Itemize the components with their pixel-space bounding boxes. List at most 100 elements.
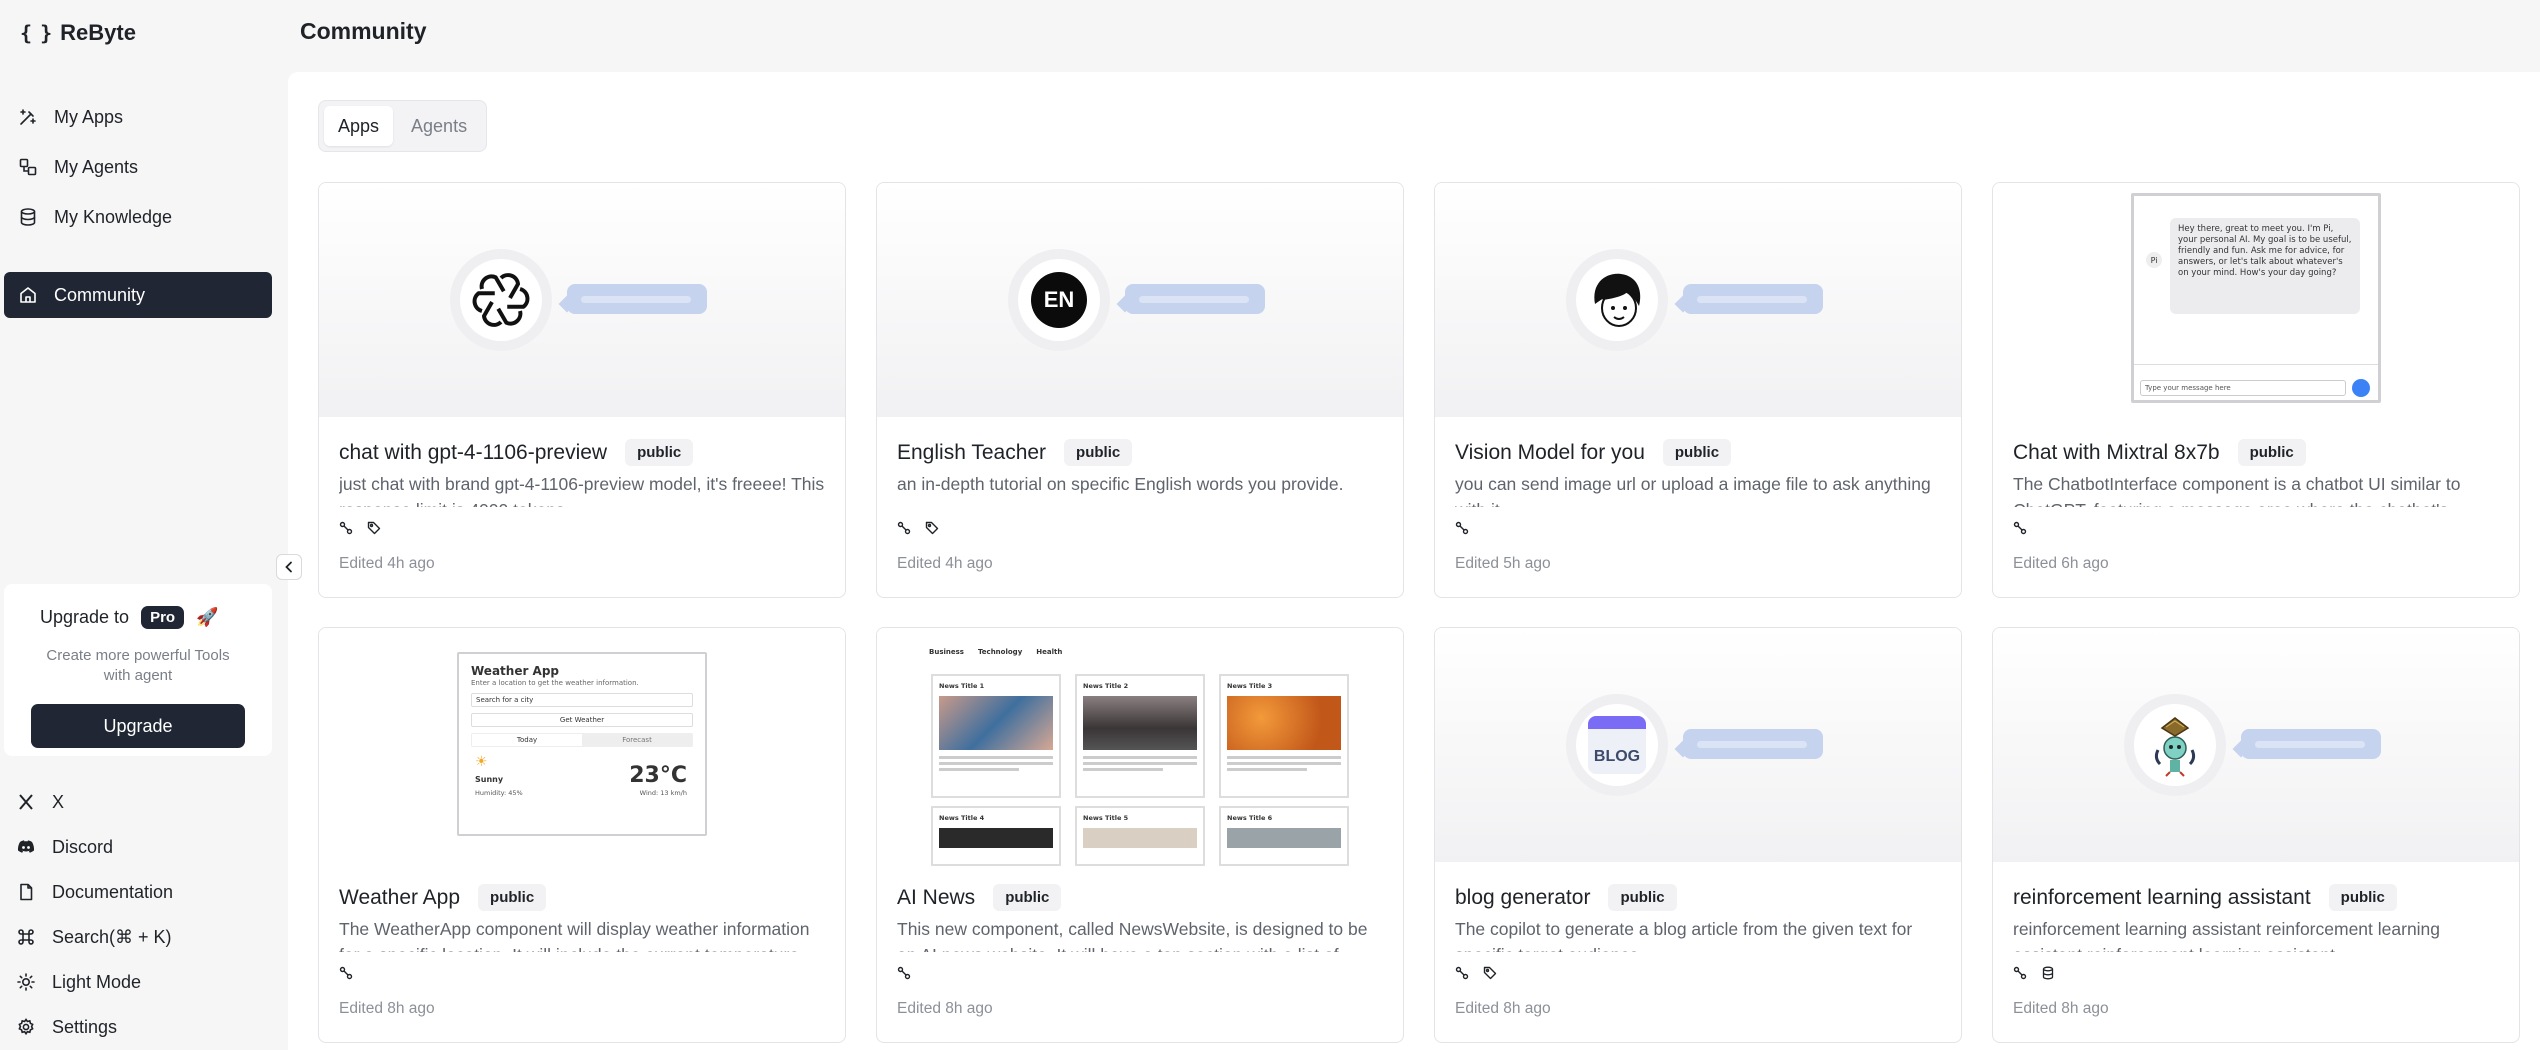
main-content: Apps Agents chat with gpt-4-1106-preview… xyxy=(288,72,2540,1050)
apps-sparkle-icon xyxy=(20,109,36,125)
tab-agents[interactable]: Agents xyxy=(397,106,481,146)
sidebar-item-my-apps[interactable]: My Apps xyxy=(4,94,272,140)
news-tile-image xyxy=(1083,696,1197,750)
footer-link-label: Discord xyxy=(52,836,114,857)
sun-icon: ☀ xyxy=(475,753,488,769)
news-tile-title: News Title 5 xyxy=(1083,814,1129,822)
card-thumbnail: Business Technology Health News Title 1 … xyxy=(877,628,1403,866)
app-logo[interactable]: { } ReByte xyxy=(20,18,136,48)
news-tile-title: News Title 6 xyxy=(1227,814,1273,822)
link-icon xyxy=(339,521,353,535)
app-card-weather[interactable]: Weather App Enter a location to get the … xyxy=(318,627,846,1043)
app-card-ai-news[interactable]: Business Technology Health News Title 1 … xyxy=(876,627,1404,1043)
upgrade-title: Upgrade to Pro 🚀 xyxy=(40,606,219,629)
openai-logo-icon xyxy=(460,259,542,341)
document-icon xyxy=(20,883,33,901)
card-description: an in-depth tutorial on specific English… xyxy=(897,474,1344,494)
footer-link-label: Light Mode xyxy=(52,971,142,992)
card-edited-time: Edited 6h ago xyxy=(2013,555,2109,572)
public-badge: public xyxy=(1608,884,1677,911)
agents-icon xyxy=(19,158,37,176)
upgrade-button[interactable]: Upgrade xyxy=(31,704,245,748)
app-card-blog-generator[interactable]: BLOG blog generator public The copilot t… xyxy=(1434,627,1962,1043)
footer-link-x[interactable]: X xyxy=(16,787,64,817)
card-thumbnail: Pi Hey there, great to meet you. I'm Pi,… xyxy=(1993,183,2519,417)
discord-icon xyxy=(17,840,35,853)
link-icon xyxy=(339,966,353,980)
card-description: reinforcement learning assistant reinfor… xyxy=(2013,919,2441,952)
card-edited-time: Edited 4h ago xyxy=(339,555,435,572)
footer-link-discord[interactable]: Discord xyxy=(16,832,113,862)
sidebar-item-my-agents[interactable]: My Agents xyxy=(4,144,272,190)
card-thumbnail xyxy=(319,183,845,417)
tab-bar: Apps Agents xyxy=(318,100,488,152)
upgrade-title-text: Upgrade to xyxy=(40,607,130,627)
home-icon xyxy=(20,287,36,303)
weather-preview-search: Search for a city xyxy=(471,693,693,707)
footer-link-settings[interactable]: Settings xyxy=(16,1012,117,1042)
rocket-icon: 🚀 xyxy=(196,607,219,627)
sidebar-item-community[interactable]: Community xyxy=(4,272,272,318)
weather-preview-subtitle: Enter a location to get the weather info… xyxy=(471,679,639,687)
chat-bubble xyxy=(2241,729,2381,759)
card-title: Chat with Mixtral 8x7b xyxy=(2013,440,2220,464)
footer-link-documentation[interactable]: Documentation xyxy=(16,877,173,907)
gear-icon xyxy=(18,1018,34,1036)
card-edited-time: Edited 8h ago xyxy=(2013,1000,2109,1017)
card-title: AI News xyxy=(897,885,976,909)
app-card-english-teacher[interactable]: EN English Teacher public an in-depth tu… xyxy=(876,182,1404,598)
chat-preview: Pi Hey there, great to meet you. I'm Pi,… xyxy=(2131,193,2381,403)
send-icon xyxy=(2352,379,2370,397)
link-icon xyxy=(1455,966,1469,980)
chevron-left-icon xyxy=(285,561,292,573)
blog-logo-icon: BLOG xyxy=(1576,704,1658,786)
news-tile-image xyxy=(939,696,1053,750)
en-avatar-text: EN xyxy=(1031,272,1087,328)
pro-badge: Pro xyxy=(141,606,185,629)
card-description: you can send image url or upload a image… xyxy=(1455,474,1931,507)
link-icon xyxy=(2013,521,2027,535)
news-tile-title: News Title 1 xyxy=(939,682,985,690)
card-description: The copilot to generate a blog article f… xyxy=(1455,919,1913,952)
chat-preview-message: Hey there, great to meet you. I'm Pi, yo… xyxy=(2170,218,2360,314)
topbar: Community xyxy=(288,0,2540,72)
card-description: The WeatherApp component will display we… xyxy=(339,919,810,952)
public-badge: public xyxy=(478,884,547,911)
news-tile: News Title 6 xyxy=(1219,806,1349,866)
tab-apps[interactable]: Apps xyxy=(324,106,394,146)
news-category: Health xyxy=(1036,648,1063,656)
card-edited-time: Edited 8h ago xyxy=(1455,1000,1551,1017)
en-avatar: EN xyxy=(1018,259,1100,341)
news-tile: News Title 2 xyxy=(1075,674,1205,798)
card-description: This new component, called NewsWebsite, … xyxy=(897,919,1368,952)
public-badge: public xyxy=(993,884,1062,911)
public-badge: public xyxy=(1662,439,1732,466)
news-tile: News Title 5 xyxy=(1075,806,1205,866)
chat-preview-input: Type your message here xyxy=(2140,380,2346,396)
sidebar-item-label: My Apps xyxy=(54,106,124,127)
news-category: Technology xyxy=(977,648,1023,656)
sidebar-item-label: My Knowledge xyxy=(54,206,173,227)
public-badge: public xyxy=(1064,439,1133,466)
link-icon xyxy=(1455,521,1469,535)
card-thumbnail xyxy=(1993,628,2519,862)
app-card-vision-model[interactable]: Vision Model for you public you can send… xyxy=(1434,182,1962,598)
sidebar-item-my-knowledge[interactable]: My Knowledge xyxy=(4,194,272,240)
app-card-chat-gpt4[interactable]: chat with gpt-4-1106-preview public just… xyxy=(318,182,846,598)
card-thumbnail: EN xyxy=(877,183,1403,417)
card-title: Vision Model for you xyxy=(1455,440,1645,464)
footer-link-light-mode[interactable]: Light Mode xyxy=(16,967,141,997)
weather-preview-condition: Sunny xyxy=(475,775,504,784)
public-badge: public xyxy=(2237,439,2306,466)
app-card-rl-assistant[interactable]: reinforcement learning assistant public … xyxy=(1992,627,2520,1043)
card-title: English Teacher xyxy=(897,440,1047,464)
collapse-sidebar-button[interactable] xyxy=(276,554,302,580)
footer-link-search[interactable]: Search(⌘ + K) xyxy=(16,922,172,952)
news-tile: News Title 4 xyxy=(931,806,1061,866)
sun-icon xyxy=(17,973,35,991)
news-tile: News Title 3 xyxy=(1219,674,1349,798)
card-title: reinforcement learning assistant xyxy=(2013,885,2311,909)
card-title: chat with gpt-4-1106-preview xyxy=(339,440,608,464)
app-name: ReByte xyxy=(60,20,136,45)
app-card-mixtral[interactable]: Pi Hey there, great to meet you. I'm Pi,… xyxy=(1992,182,2520,598)
